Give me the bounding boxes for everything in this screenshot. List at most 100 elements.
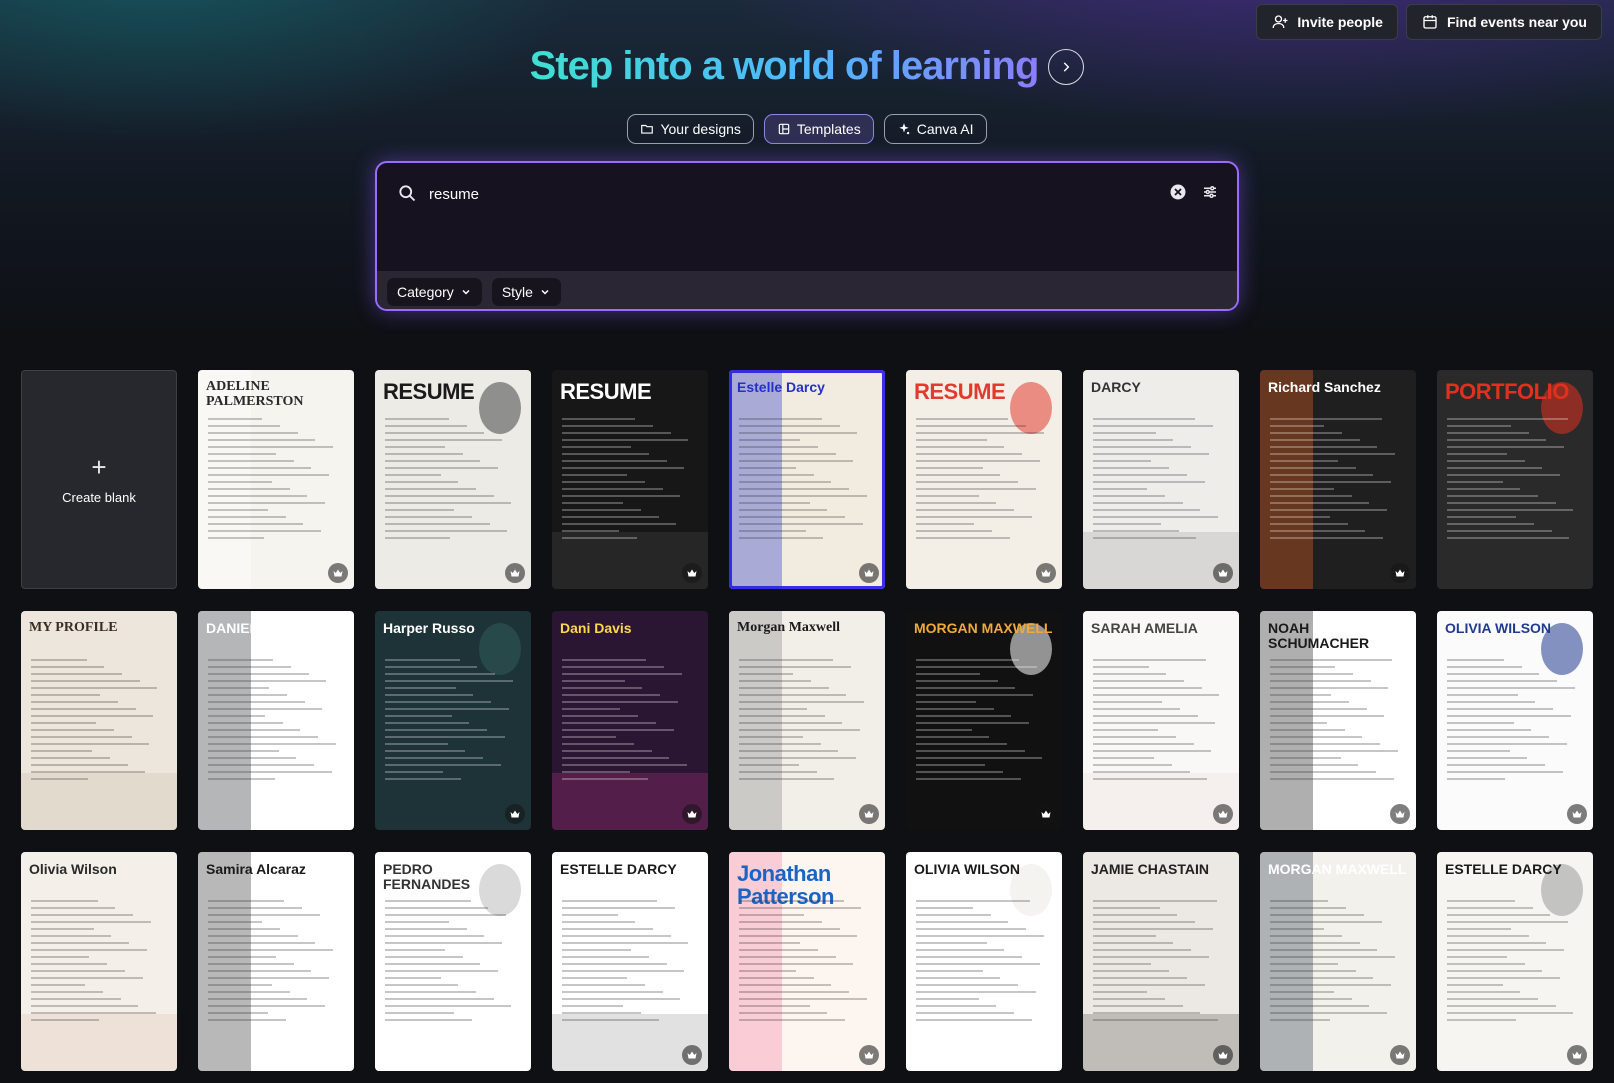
premium-crown-icon	[1036, 804, 1056, 824]
template-card[interactable]: MORGAN MAXWELL	[1260, 852, 1416, 1071]
find-events-label: Find events near you	[1446, 14, 1587, 30]
template-card[interactable]: PORTFOLIO	[1437, 370, 1593, 589]
template-card[interactable]: Richard Sanchez	[1260, 370, 1416, 589]
search-input[interactable]	[429, 183, 1157, 205]
template-preview-text	[916, 659, 1052, 806]
template-title: SARAH AMELIA	[1091, 620, 1198, 636]
template-card[interactable]: MORGAN MAXWELL	[906, 611, 1062, 830]
template-card[interactable]: RESUME	[375, 370, 531, 589]
template-title: Olivia Wilson	[29, 861, 117, 877]
search-tools	[1169, 183, 1219, 201]
template-card[interactable]: PEDRO FERNANDES	[375, 852, 531, 1071]
template-icon	[778, 123, 790, 135]
create-blank-card[interactable]: + Create blank	[21, 370, 177, 589]
premium-crown-icon	[682, 1045, 702, 1065]
page-title: Step into a world of learning	[529, 44, 1040, 88]
template-title: Samira Alcaraz	[206, 861, 306, 877]
template-title: NOAH SCHUMACHER	[1268, 620, 1370, 651]
template-title: OLIVIA WILSON	[1445, 620, 1552, 636]
template-title: ESTELLE DARCY	[560, 861, 677, 877]
chevron-down-icon	[541, 289, 549, 295]
premium-crown-icon	[1036, 563, 1056, 583]
template-card[interactable]: OLIVIA WILSON	[1437, 611, 1593, 830]
premium-crown-icon	[1390, 563, 1410, 583]
template-preview-text	[208, 418, 344, 565]
style-dropdown[interactable]: Style	[491, 278, 561, 306]
template-card[interactable]: DARCY	[1083, 370, 1239, 589]
template-card[interactable]: Jonathan Patterson	[729, 852, 885, 1071]
template-preview-text	[739, 659, 875, 806]
template-card[interactable]: RESUME	[906, 370, 1062, 589]
template-preview-text	[31, 659, 167, 806]
hero-next-button[interactable]	[1048, 48, 1085, 85]
premium-crown-icon	[1390, 804, 1410, 824]
template-card[interactable]: ADELINE PALMERSTON	[198, 370, 354, 589]
template-card[interactable]: RESUME	[552, 370, 708, 589]
tab-your-designs[interactable]: Your designs	[627, 114, 754, 144]
template-title: MORGAN MAXWELL	[914, 620, 1053, 636]
premium-crown-icon	[859, 1045, 879, 1065]
template-preview-text	[385, 659, 521, 806]
template-title: JAMIE CHASTAIN	[1091, 861, 1209, 877]
template-card[interactable]: ESTELLE DARCY	[552, 852, 708, 1071]
template-title: MORGAN MAXWELL	[1268, 861, 1407, 877]
invite-people-label: Invite people	[1297, 14, 1383, 30]
template-preview-text	[31, 900, 167, 1047]
template-card[interactable]: NOAH SCHUMACHER	[1260, 611, 1416, 830]
folder-icon	[641, 124, 654, 134]
chevron-down-icon	[462, 289, 470, 295]
template-preview-text	[385, 418, 521, 565]
tab-canva-ai[interactable]: Canva AI	[883, 114, 987, 144]
category-dropdown[interactable]: Category	[387, 278, 482, 306]
chevron-right-icon	[1064, 61, 1070, 72]
template-card[interactable]: Morgan Maxwell	[729, 611, 885, 830]
template-title: Richard Sanchez	[1268, 379, 1381, 395]
create-blank-label: Create blank	[62, 490, 136, 505]
template-preview-text	[1270, 418, 1406, 565]
template-preview-text	[1093, 900, 1229, 1047]
template-card[interactable]: Harper Russo	[375, 611, 531, 830]
template-card[interactable]: DANIEL GALLEGO	[198, 611, 354, 830]
search-panel: Category Style	[375, 161, 1239, 311]
template-card[interactable]: Dani Davis	[552, 611, 708, 830]
template-title: Morgan Maxwell	[737, 620, 841, 635]
premium-crown-icon	[859, 563, 879, 583]
template-title: DARCY	[1091, 379, 1141, 395]
premium-crown-icon	[505, 563, 525, 583]
search-row	[377, 163, 1237, 271]
invite-people-button[interactable]: Invite people	[1256, 4, 1398, 40]
template-card[interactable]: SARAH AMELIA	[1083, 611, 1239, 830]
premium-crown-icon	[505, 804, 525, 824]
template-preview-text	[1093, 659, 1229, 806]
filter-settings-icon[interactable]	[1201, 183, 1219, 201]
template-preview-text	[1447, 418, 1583, 565]
premium-crown-icon	[1213, 1045, 1233, 1065]
tab-templates[interactable]: Templates	[763, 114, 874, 144]
template-card[interactable]: OLIVIA WILSON	[906, 852, 1062, 1071]
template-card[interactable]: ESTELLE DARCY	[1437, 852, 1593, 1071]
template-preview-text	[1447, 900, 1583, 1047]
template-card[interactable]: MY PROFILE	[21, 611, 177, 830]
template-preview-text	[1270, 900, 1406, 1047]
template-title: RESUME	[560, 379, 652, 404]
search-mode-tabs: Your designs Templates Canva AI	[0, 114, 1614, 144]
template-card[interactable]: JAMIE CHASTAIN	[1083, 852, 1239, 1071]
premium-crown-icon	[859, 804, 879, 824]
plus-icon: +	[91, 452, 107, 482]
template-card[interactable]: Estelle Darcy	[729, 370, 885, 589]
template-preview-text	[385, 900, 521, 1047]
template-title: PORTFOLIO	[1445, 379, 1569, 404]
style-dropdown-label: Style	[501, 284, 533, 300]
template-preview-text	[1093, 418, 1229, 565]
template-title: Estelle Darcy	[737, 379, 825, 395]
template-card[interactable]: Olivia Wilson	[21, 852, 177, 1071]
premium-crown-icon	[1390, 1045, 1410, 1065]
template-title: RESUME	[914, 379, 1006, 404]
clear-icon[interactable]	[1169, 183, 1187, 201]
premium-crown-icon	[682, 563, 702, 583]
template-card[interactable]: Samira Alcaraz	[198, 852, 354, 1071]
find-events-button[interactable]: Find events near you	[1405, 4, 1602, 40]
tab-canva-ai-label: Canva AI	[916, 121, 974, 137]
add-user-icon	[1272, 15, 1288, 29]
template-title: PEDRO FERNANDES	[383, 861, 471, 892]
